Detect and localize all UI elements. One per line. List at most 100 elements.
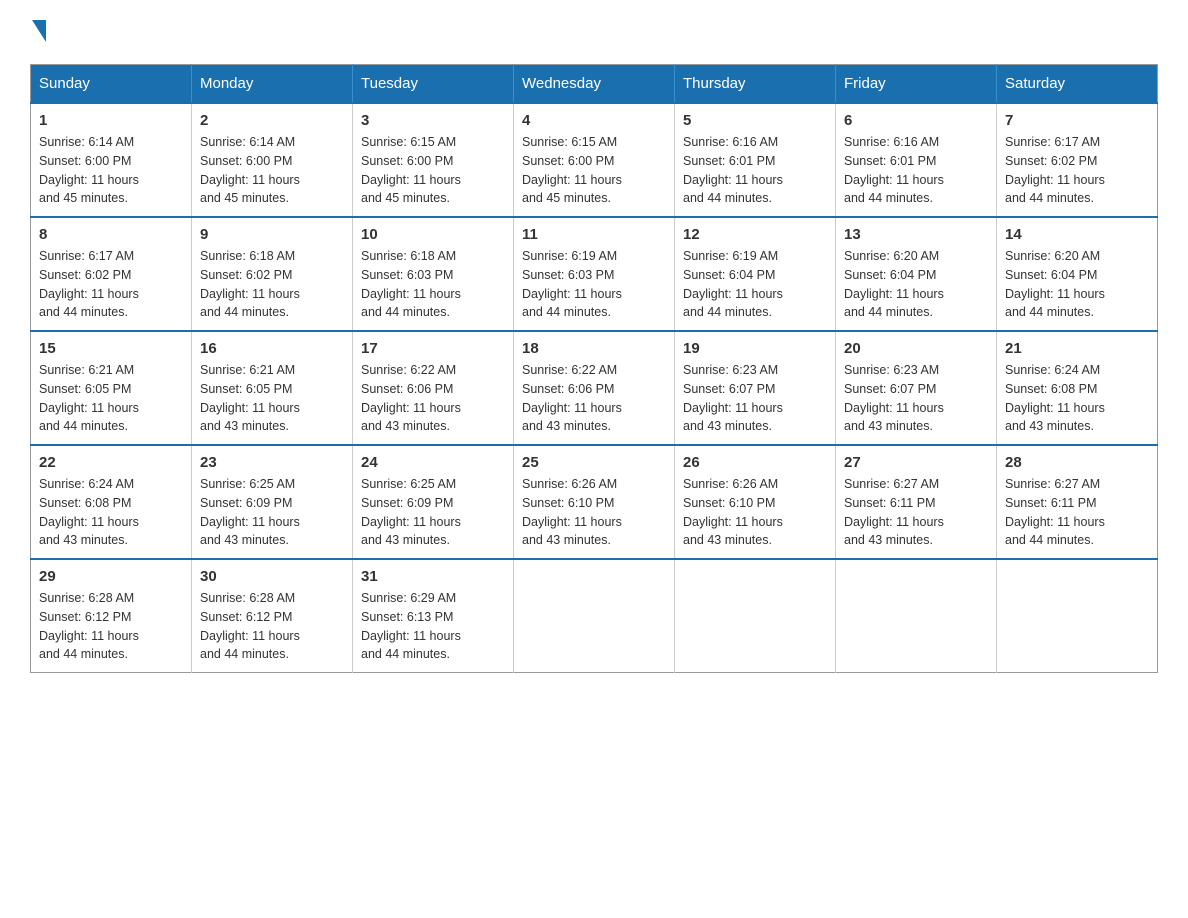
day-info: Sunrise: 6:20 AM Sunset: 6:04 PM Dayligh… — [1005, 247, 1149, 322]
day-cell: 12 Sunrise: 6:19 AM Sunset: 6:04 PM Dayl… — [675, 217, 836, 331]
day-number: 13 — [844, 226, 988, 243]
day-info: Sunrise: 6:27 AM Sunset: 6:11 PM Dayligh… — [1005, 475, 1149, 550]
day-info: Sunrise: 6:26 AM Sunset: 6:10 PM Dayligh… — [522, 475, 666, 550]
day-number: 21 — [1005, 340, 1149, 357]
day-number: 22 — [39, 454, 183, 471]
day-cell: 1 Sunrise: 6:14 AM Sunset: 6:00 PM Dayli… — [31, 103, 192, 217]
day-cell: 25 Sunrise: 6:26 AM Sunset: 6:10 PM Dayl… — [514, 445, 675, 559]
day-number: 14 — [1005, 226, 1149, 243]
logo-triangle-icon — [32, 20, 46, 42]
day-cell: 22 Sunrise: 6:24 AM Sunset: 6:08 PM Dayl… — [31, 445, 192, 559]
day-number: 9 — [200, 226, 344, 243]
day-number: 26 — [683, 454, 827, 471]
day-info: Sunrise: 6:17 AM Sunset: 6:02 PM Dayligh… — [1005, 133, 1149, 208]
day-info: Sunrise: 6:22 AM Sunset: 6:06 PM Dayligh… — [361, 361, 505, 436]
day-info: Sunrise: 6:29 AM Sunset: 6:13 PM Dayligh… — [361, 589, 505, 664]
logo — [30, 20, 48, 44]
day-info: Sunrise: 6:14 AM Sunset: 6:00 PM Dayligh… — [200, 133, 344, 208]
day-number: 16 — [200, 340, 344, 357]
day-cell: 26 Sunrise: 6:26 AM Sunset: 6:10 PM Dayl… — [675, 445, 836, 559]
day-cell: 7 Sunrise: 6:17 AM Sunset: 6:02 PM Dayli… — [997, 103, 1158, 217]
day-info: Sunrise: 6:21 AM Sunset: 6:05 PM Dayligh… — [200, 361, 344, 436]
day-cell: 28 Sunrise: 6:27 AM Sunset: 6:11 PM Dayl… — [997, 445, 1158, 559]
header-cell-wednesday: Wednesday — [514, 65, 675, 104]
day-info: Sunrise: 6:28 AM Sunset: 6:12 PM Dayligh… — [200, 589, 344, 664]
day-number: 6 — [844, 112, 988, 129]
day-number: 20 — [844, 340, 988, 357]
day-info: Sunrise: 6:28 AM Sunset: 6:12 PM Dayligh… — [39, 589, 183, 664]
day-info: Sunrise: 6:20 AM Sunset: 6:04 PM Dayligh… — [844, 247, 988, 322]
day-number: 19 — [683, 340, 827, 357]
week-row-1: 1 Sunrise: 6:14 AM Sunset: 6:00 PM Dayli… — [31, 103, 1158, 217]
day-info: Sunrise: 6:25 AM Sunset: 6:09 PM Dayligh… — [361, 475, 505, 550]
day-number: 28 — [1005, 454, 1149, 471]
day-info: Sunrise: 6:16 AM Sunset: 6:01 PM Dayligh… — [683, 133, 827, 208]
day-number: 3 — [361, 112, 505, 129]
day-cell: 4 Sunrise: 6:15 AM Sunset: 6:00 PM Dayli… — [514, 103, 675, 217]
day-number: 12 — [683, 226, 827, 243]
day-cell: 20 Sunrise: 6:23 AM Sunset: 6:07 PM Dayl… — [836, 331, 997, 445]
day-info: Sunrise: 6:25 AM Sunset: 6:09 PM Dayligh… — [200, 475, 344, 550]
day-cell: 2 Sunrise: 6:14 AM Sunset: 6:00 PM Dayli… — [192, 103, 353, 217]
day-info: Sunrise: 6:16 AM Sunset: 6:01 PM Dayligh… — [844, 133, 988, 208]
header-cell-saturday: Saturday — [997, 65, 1158, 104]
day-cell: 19 Sunrise: 6:23 AM Sunset: 6:07 PM Dayl… — [675, 331, 836, 445]
day-cell: 13 Sunrise: 6:20 AM Sunset: 6:04 PM Dayl… — [836, 217, 997, 331]
week-row-4: 22 Sunrise: 6:24 AM Sunset: 6:08 PM Dayl… — [31, 445, 1158, 559]
day-cell: 5 Sunrise: 6:16 AM Sunset: 6:01 PM Dayli… — [675, 103, 836, 217]
day-cell: 30 Sunrise: 6:28 AM Sunset: 6:12 PM Dayl… — [192, 559, 353, 673]
day-cell: 23 Sunrise: 6:25 AM Sunset: 6:09 PM Dayl… — [192, 445, 353, 559]
day-number: 2 — [200, 112, 344, 129]
day-cell: 21 Sunrise: 6:24 AM Sunset: 6:08 PM Dayl… — [997, 331, 1158, 445]
day-info: Sunrise: 6:14 AM Sunset: 6:00 PM Dayligh… — [39, 133, 183, 208]
day-info: Sunrise: 6:19 AM Sunset: 6:04 PM Dayligh… — [683, 247, 827, 322]
day-cell: 15 Sunrise: 6:21 AM Sunset: 6:05 PM Dayl… — [31, 331, 192, 445]
header-cell-friday: Friday — [836, 65, 997, 104]
day-info: Sunrise: 6:15 AM Sunset: 6:00 PM Dayligh… — [361, 133, 505, 208]
week-row-2: 8 Sunrise: 6:17 AM Sunset: 6:02 PM Dayli… — [31, 217, 1158, 331]
day-cell — [836, 559, 997, 673]
day-number: 30 — [200, 568, 344, 585]
day-number: 24 — [361, 454, 505, 471]
day-number: 27 — [844, 454, 988, 471]
day-info: Sunrise: 6:27 AM Sunset: 6:11 PM Dayligh… — [844, 475, 988, 550]
header-cell-monday: Monday — [192, 65, 353, 104]
day-number: 10 — [361, 226, 505, 243]
day-cell: 16 Sunrise: 6:21 AM Sunset: 6:05 PM Dayl… — [192, 331, 353, 445]
day-info: Sunrise: 6:18 AM Sunset: 6:02 PM Dayligh… — [200, 247, 344, 322]
day-info: Sunrise: 6:21 AM Sunset: 6:05 PM Dayligh… — [39, 361, 183, 436]
day-info: Sunrise: 6:15 AM Sunset: 6:00 PM Dayligh… — [522, 133, 666, 208]
day-cell: 8 Sunrise: 6:17 AM Sunset: 6:02 PM Dayli… — [31, 217, 192, 331]
day-info: Sunrise: 6:26 AM Sunset: 6:10 PM Dayligh… — [683, 475, 827, 550]
day-number: 15 — [39, 340, 183, 357]
day-cell — [675, 559, 836, 673]
calendar-table: SundayMondayTuesdayWednesdayThursdayFrid… — [30, 64, 1158, 673]
day-info: Sunrise: 6:24 AM Sunset: 6:08 PM Dayligh… — [39, 475, 183, 550]
day-info: Sunrise: 6:24 AM Sunset: 6:08 PM Dayligh… — [1005, 361, 1149, 436]
day-number: 11 — [522, 226, 666, 243]
week-row-5: 29 Sunrise: 6:28 AM Sunset: 6:12 PM Dayl… — [31, 559, 1158, 673]
day-number: 7 — [1005, 112, 1149, 129]
header-cell-tuesday: Tuesday — [353, 65, 514, 104]
calendar-body: 1 Sunrise: 6:14 AM Sunset: 6:00 PM Dayli… — [31, 103, 1158, 673]
day-cell: 27 Sunrise: 6:27 AM Sunset: 6:11 PM Dayl… — [836, 445, 997, 559]
day-number: 5 — [683, 112, 827, 129]
header-cell-thursday: Thursday — [675, 65, 836, 104]
day-info: Sunrise: 6:23 AM Sunset: 6:07 PM Dayligh… — [683, 361, 827, 436]
day-info: Sunrise: 6:18 AM Sunset: 6:03 PM Dayligh… — [361, 247, 505, 322]
day-info: Sunrise: 6:19 AM Sunset: 6:03 PM Dayligh… — [522, 247, 666, 322]
header-row: SundayMondayTuesdayWednesdayThursdayFrid… — [31, 65, 1158, 104]
day-cell — [514, 559, 675, 673]
day-number: 31 — [361, 568, 505, 585]
week-row-3: 15 Sunrise: 6:21 AM Sunset: 6:05 PM Dayl… — [31, 331, 1158, 445]
day-cell: 17 Sunrise: 6:22 AM Sunset: 6:06 PM Dayl… — [353, 331, 514, 445]
calendar-header: SundayMondayTuesdayWednesdayThursdayFrid… — [31, 65, 1158, 104]
day-info: Sunrise: 6:23 AM Sunset: 6:07 PM Dayligh… — [844, 361, 988, 436]
day-cell: 3 Sunrise: 6:15 AM Sunset: 6:00 PM Dayli… — [353, 103, 514, 217]
day-number: 18 — [522, 340, 666, 357]
day-number: 8 — [39, 226, 183, 243]
page-header — [30, 20, 1158, 44]
day-cell — [997, 559, 1158, 673]
logo-top — [30, 20, 48, 44]
day-cell: 11 Sunrise: 6:19 AM Sunset: 6:03 PM Dayl… — [514, 217, 675, 331]
